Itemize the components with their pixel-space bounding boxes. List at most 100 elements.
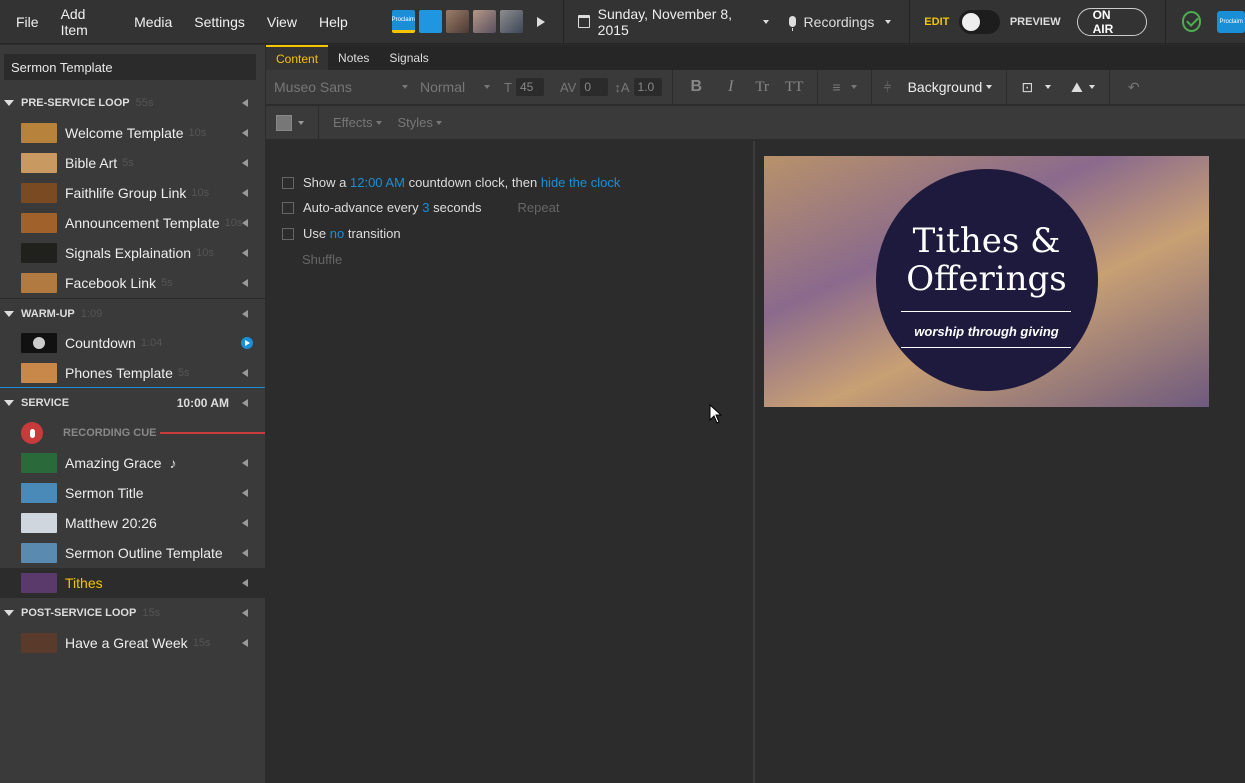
- transition-checkbox[interactable]: [282, 227, 294, 240]
- preview-mode-label[interactable]: PREVIEW: [1010, 16, 1061, 28]
- service-start-time[interactable]: 10:00 AM: [177, 396, 229, 410]
- list-item[interactable]: Have a Great Week 15s: [0, 628, 265, 658]
- text-box-icon[interactable]: ⊡: [1021, 79, 1033, 96]
- background-dropdown[interactable]: Background: [908, 79, 983, 95]
- undo-icon[interactable]: ↶: [1128, 79, 1140, 96]
- audio-icon[interactable]: [242, 309, 248, 318]
- styles-dropdown[interactable]: Styles: [398, 115, 433, 130]
- list-item[interactable]: Sermon Title: [0, 478, 265, 508]
- audio-icon[interactable]: [242, 368, 248, 377]
- collapse-icon[interactable]: [4, 310, 14, 317]
- audio-icon[interactable]: [242, 158, 248, 167]
- list-item[interactable]: Facebook Link 5s: [0, 268, 265, 298]
- list-item[interactable]: Bible Art 5s: [0, 148, 265, 178]
- line-height-input[interactable]: 1.0: [633, 78, 662, 96]
- audio-icon[interactable]: [242, 248, 248, 257]
- transition-link[interactable]: no: [330, 226, 344, 241]
- audio-icon[interactable]: [242, 488, 248, 497]
- user-avatar-icon[interactable]: [418, 10, 442, 33]
- image-icon[interactable]: ⛰: [1071, 79, 1083, 96]
- section-service[interactable]: SERVICE 10:00 AM: [0, 388, 265, 418]
- effects-dropdown[interactable]: Effects: [333, 115, 373, 130]
- audio-icon[interactable]: [242, 518, 248, 527]
- color-swatch[interactable]: [276, 114, 292, 131]
- menu-media[interactable]: Media: [123, 0, 183, 44]
- menu-view[interactable]: View: [256, 0, 308, 44]
- auto-advance-checkbox[interactable]: [282, 201, 294, 214]
- menu-file[interactable]: File: [0, 0, 50, 44]
- list-item[interactable]: Matthew 20:26: [0, 508, 265, 538]
- slide-preview-pane: Tithes & Offerings worship through givin…: [755, 141, 1245, 783]
- bold-button[interactable]: B: [691, 78, 703, 96]
- audio-icon[interactable]: [242, 609, 248, 617]
- chevron-down-icon: [1088, 85, 1095, 89]
- status-check-icon[interactable]: [1181, 11, 1202, 32]
- on-air-button[interactable]: ON AIR: [1076, 7, 1147, 36]
- list-item[interactable]: Announcement Template 10s: [0, 208, 265, 238]
- menu-settings[interactable]: Settings: [183, 0, 256, 44]
- list-item[interactable]: Countdown 1:04: [0, 328, 265, 358]
- font-weight-select[interactable]: Normal: [420, 79, 480, 95]
- audio-icon[interactable]: [242, 548, 248, 557]
- collapse-icon[interactable]: [4, 400, 14, 406]
- section-post-service-loop[interactable]: POST-SERVICE LOOP 15s: [0, 598, 265, 628]
- avatar[interactable]: [499, 10, 523, 33]
- audio-icon[interactable]: [242, 188, 248, 197]
- audio-icon[interactable]: [242, 99, 248, 107]
- item-thumbnail: [21, 542, 57, 563]
- countdown-checkbox[interactable]: [282, 176, 294, 189]
- list-item[interactable]: Amazing Grace ♪: [0, 448, 265, 478]
- edit-preview-toggle[interactable]: [959, 9, 1000, 34]
- slide-preview[interactable]: Tithes & Offerings worship through givin…: [764, 156, 1209, 407]
- distribute-icon[interactable]: ⫩: [884, 79, 892, 96]
- audio-icon[interactable]: [242, 578, 248, 587]
- proclaim-logo-icon[interactable]: Proclaim: [1217, 10, 1245, 33]
- advance-seconds-link[interactable]: 3: [422, 200, 429, 215]
- edit-mode-label[interactable]: EDIT: [924, 16, 949, 28]
- search-input[interactable]: Sermon Template: [4, 54, 256, 80]
- section-warm-up[interactable]: WARM-UP 1:09: [0, 298, 265, 328]
- recording-cue[interactable]: RECORDING CUE: [0, 418, 265, 448]
- audio-icon[interactable]: [242, 218, 248, 227]
- collapse-icon[interactable]: [4, 100, 14, 106]
- uppercase-button[interactable]: TT: [785, 79, 803, 96]
- date-selector[interactable]: Sunday, November 8, 2015: [577, 6, 769, 38]
- menu-add-item[interactable]: Add Item: [50, 0, 124, 44]
- list-item[interactable]: Signals Explaination 10s: [0, 238, 265, 268]
- section-duration: 1:09: [80, 307, 103, 320]
- avatar[interactable]: [472, 10, 496, 33]
- list-item[interactable]: Faithlife Group Link 10s: [0, 178, 265, 208]
- play-icon[interactable]: [536, 16, 545, 27]
- letter-spacing-input[interactable]: 0: [580, 78, 609, 96]
- list-item[interactable]: Phones Template 5s: [0, 358, 265, 388]
- font-size-input[interactable]: 45: [515, 78, 544, 96]
- audio-icon[interactable]: [242, 128, 248, 137]
- play-icon[interactable]: [241, 336, 253, 349]
- tab-content[interactable]: Content: [266, 45, 329, 70]
- title-case-button[interactable]: Tr: [755, 79, 769, 96]
- shuffle-option[interactable]: Shuffle: [302, 252, 342, 267]
- audio-icon[interactable]: [242, 458, 248, 467]
- audio-icon[interactable]: [242, 399, 248, 407]
- proclaim-app-icon[interactable]: Proclaim: [392, 10, 415, 33]
- audio-icon[interactable]: [242, 638, 248, 647]
- italic-button[interactable]: I: [728, 78, 733, 96]
- list-item[interactable]: Welcome Template 10s: [0, 118, 265, 148]
- tab-signals[interactable]: Signals: [379, 45, 438, 70]
- collapse-icon[interactable]: [4, 610, 14, 616]
- hide-clock-link[interactable]: hide the clock: [541, 175, 621, 190]
- audio-icon[interactable]: [242, 278, 248, 287]
- recordings-dropdown[interactable]: Recordings: [788, 14, 892, 31]
- repeat-option[interactable]: Repeat: [518, 200, 560, 215]
- list-item-selected[interactable]: Tithes: [0, 568, 265, 598]
- list-item[interactable]: Sermon Outline Template: [0, 538, 265, 568]
- align-icon[interactable]: ≡: [832, 79, 840, 95]
- countdown-time-link[interactable]: 12:00 AM: [350, 175, 405, 190]
- font-family-select[interactable]: Museo Sans: [274, 79, 394, 95]
- avatar[interactable]: [445, 10, 469, 33]
- section-pre-service-loop[interactable]: PRE-SERVICE LOOP 55s: [0, 88, 265, 118]
- item-duration: 10s: [191, 186, 210, 199]
- menu-help[interactable]: Help: [308, 0, 359, 44]
- divider: [1164, 0, 1166, 44]
- tab-notes[interactable]: Notes: [328, 45, 379, 70]
